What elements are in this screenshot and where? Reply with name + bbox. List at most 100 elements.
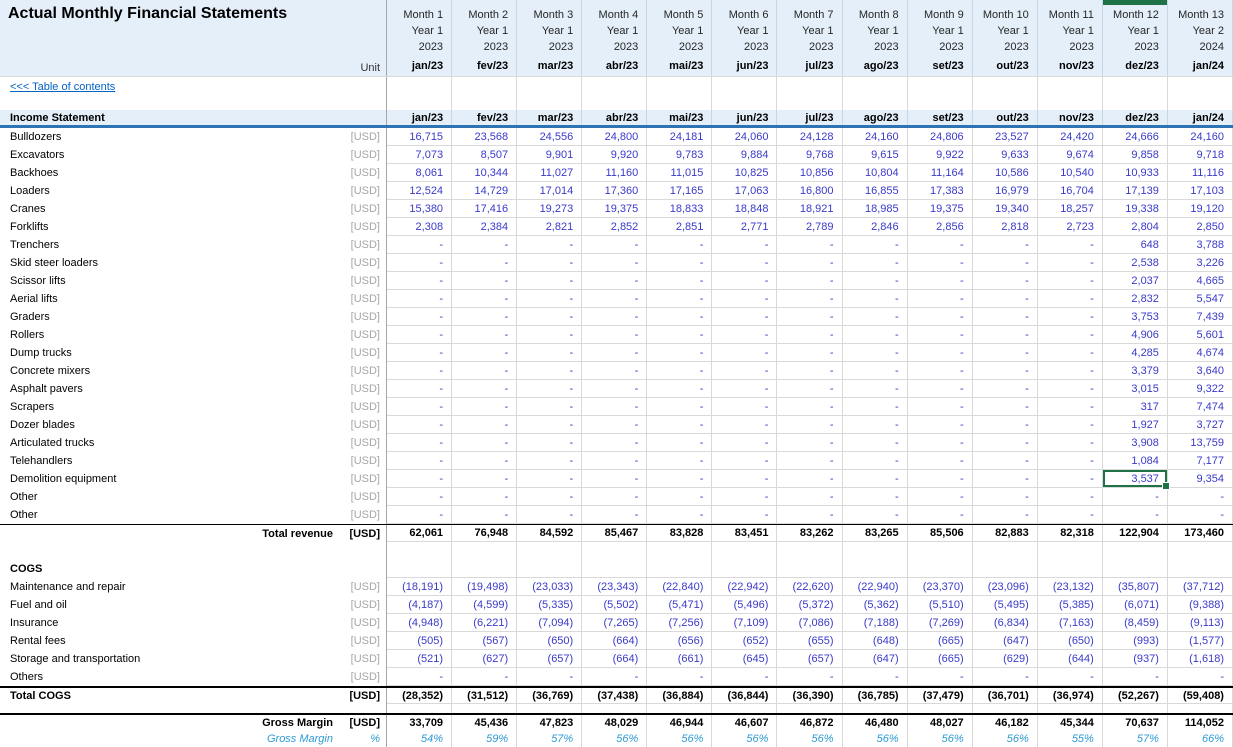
table-cell[interactable]: jun/23 [712,110,778,125]
table-cell[interactable]: - [647,506,713,524]
table-cell[interactable]: - [387,398,453,416]
table-cell[interactable]: - [907,344,973,362]
table-cell[interactable]: 56% [843,731,908,747]
table-cell[interactable]: 83,451 [712,525,778,542]
table-cell[interactable]: - [777,506,843,524]
table-cell[interactable]: - [582,434,648,452]
table-cell[interactable] [777,542,843,560]
row-label[interactable]: Rental fees [0,632,341,650]
row-label[interactable]: Dozer blades [0,416,341,434]
table-cell[interactable] [908,542,973,560]
table-cell[interactable]: 18,848 [712,200,778,218]
table-cell[interactable]: (9,113) [1167,614,1233,632]
table-cell[interactable]: 24,181 [647,128,713,146]
table-cell[interactable]: - [647,290,713,308]
table-cell[interactable]: - [582,236,648,254]
table-cell[interactable]: 9,633 [972,146,1038,164]
table-cell[interactable]: - [712,254,778,272]
table-of-contents-link[interactable]: <<< Table of contents [10,81,115,93]
table-cell[interactable]: 18,921 [777,200,843,218]
table-cell[interactable]: - [517,434,583,452]
table-cell[interactable] [908,704,973,713]
table-cell[interactable]: - [777,668,843,686]
table-cell[interactable]: (5,335) [517,596,583,614]
table-cell[interactable]: - [647,272,713,290]
table-cell[interactable]: 3,908 [1102,434,1168,452]
table-cell[interactable]: nov/23 [1038,110,1103,125]
table-cell[interactable] [387,560,453,578]
table-cell[interactable]: - [387,254,453,272]
table-cell[interactable]: - [972,668,1038,686]
table-cell[interactable]: 83,265 [842,525,908,542]
row-label[interactable]: Excavators [0,146,341,164]
table-cell[interactable]: - [1037,380,1103,398]
table-cell[interactable]: - [517,506,583,524]
table-cell[interactable]: 76,948 [452,525,518,542]
table-cell[interactable]: - [972,236,1038,254]
table-cell[interactable]: (993) [1102,632,1168,650]
table-cell[interactable]: 17,165 [647,182,713,200]
table-cell[interactable]: 9,858 [1102,146,1168,164]
table-cell[interactable]: - [907,308,973,326]
table-cell[interactable]: 4,674 [1167,344,1233,362]
table-cell[interactable]: (648) [842,632,908,650]
table-cell[interactable]: - [777,452,843,470]
column-header-month-7[interactable]: Month 7 Year 1 2023 jul/23 [777,0,843,76]
table-cell[interactable]: - [1037,470,1103,488]
table-cell[interactable]: 24,806 [907,128,973,146]
table-cell[interactable]: (665) [907,650,973,668]
table-cell[interactable]: 17,360 [582,182,648,200]
table-cell[interactable]: - [712,668,778,686]
table-cell[interactable]: (36,785) [842,688,908,704]
table-cell[interactable]: 19,340 [972,200,1038,218]
table-cell[interactable] [843,542,908,560]
table-cell[interactable]: (5,372) [777,596,843,614]
table-cell[interactable]: - [712,344,778,362]
row-label[interactable]: Skid steer loaders [0,254,341,272]
table-cell[interactable]: - [712,380,778,398]
table-cell[interactable]: - [452,668,518,686]
table-cell[interactable]: - [1037,344,1103,362]
table-cell[interactable]: 317 [1102,398,1168,416]
table-cell[interactable]: - [777,290,843,308]
table-cell[interactable]: 48,029 [582,715,648,731]
table-cell[interactable]: 2,384 [452,218,518,236]
table-cell[interactable]: 19,375 [582,200,648,218]
table-cell[interactable]: 10,804 [842,164,908,182]
table-cell[interactable]: 2,851 [647,218,713,236]
table-cell[interactable]: (1,577) [1167,632,1233,650]
table-cell[interactable]: 3,640 [1167,362,1233,380]
table-cell[interactable]: 18,985 [842,200,908,218]
table-cell[interactable]: - [907,236,973,254]
table-cell[interactable]: 24,666 [1102,128,1168,146]
row-label[interactable]: Demolition equipment [0,470,341,488]
table-cell[interactable] [973,542,1038,560]
table-cell[interactable]: 24,160 [842,128,908,146]
table-cell[interactable]: - [972,308,1038,326]
table-cell[interactable]: - [1167,668,1233,686]
table-cell[interactable] [452,560,518,578]
table-cell[interactable]: 23,527 [972,128,1038,146]
table-cell[interactable]: (52,267) [1102,688,1168,704]
table-cell[interactable]: mar/23 [517,110,583,125]
table-cell[interactable]: (664) [582,650,648,668]
table-cell[interactable]: - [712,326,778,344]
row-label[interactable]: Trenchers [0,236,341,254]
table-cell[interactable]: - [647,452,713,470]
table-cell[interactable]: (5,510) [907,596,973,614]
table-cell[interactable]: - [452,434,518,452]
table-cell[interactable]: - [582,272,648,290]
table-cell[interactable]: - [452,416,518,434]
table-cell[interactable] [1102,560,1168,578]
table-cell[interactable] [647,542,713,560]
table-cell[interactable] [647,77,713,96]
table-cell[interactable]: - [842,380,908,398]
table-cell[interactable]: - [387,308,453,326]
table-cell[interactable]: 19,375 [907,200,973,218]
table-cell[interactable] [712,542,778,560]
table-cell[interactable]: - [387,434,453,452]
table-cell[interactable] [582,560,648,578]
table-cell[interactable] [1103,542,1168,560]
column-header-month-10[interactable]: Month 10 Year 1 2023 out/23 [973,0,1038,76]
table-cell[interactable]: 2,850 [1167,218,1233,236]
